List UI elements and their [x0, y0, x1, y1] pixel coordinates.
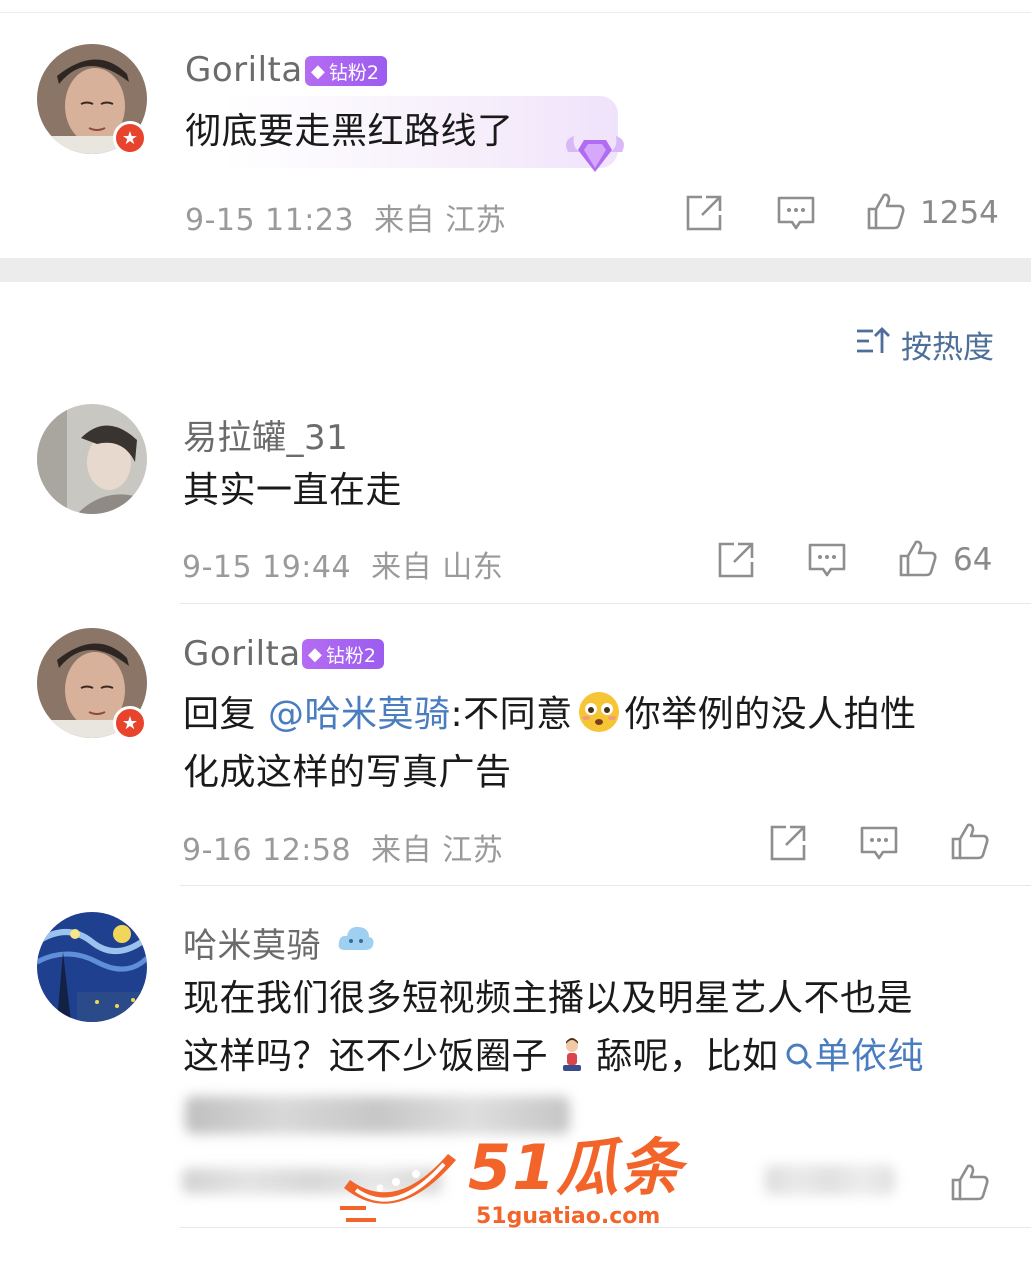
avatar[interactable]: [37, 404, 147, 514]
sort-button[interactable]: 按热度: [855, 322, 994, 367]
sort-label: 按热度: [901, 330, 994, 366]
search-link[interactable]: 单依纯: [783, 1036, 925, 1077]
comment-text-line1: 现在我们很多短视频主播以及明星艺人不也是: [183, 978, 914, 1019]
comment-location: 来自 江苏: [374, 203, 507, 238]
fan-badge[interactable]: ◆ 钻粉2: [305, 56, 387, 86]
like-icon[interactable]: [950, 1162, 990, 1202]
comment-text-part: :不同意: [450, 694, 573, 735]
share-icon[interactable]: [768, 823, 808, 863]
flushed-emoji-icon: [577, 690, 621, 734]
cloud-icon: [337, 922, 375, 954]
comment-text: 回复 @哈米莫骑:不同意 你举例的没人拍性: [183, 686, 917, 744]
comment-location: 来自 江苏: [371, 833, 504, 868]
gem-icon: ◆: [311, 60, 325, 82]
comment-text-line2: 这样吗？还不少饭圈子 舔呢，比如 单依纯: [183, 1028, 924, 1086]
comment-time: 9-15 11:23: [185, 203, 355, 238]
comment-icon[interactable]: [859, 823, 899, 863]
blurred-actions: [765, 1165, 895, 1195]
comment-time: 9-15 19:44: [182, 550, 352, 585]
watermelon-logo-icon: [340, 1154, 456, 1222]
comment-icon[interactable]: [776, 193, 816, 233]
divider: [180, 885, 1031, 886]
verified-icon: ★: [113, 706, 147, 740]
comment-text-part: 你举例的没人拍性: [624, 694, 917, 735]
comment-text: 其实一直在走: [183, 470, 403, 511]
like-icon[interactable]: [898, 538, 938, 578]
person-emoji-icon: [552, 1036, 592, 1076]
like-icon[interactable]: [866, 191, 906, 231]
like-count: 64: [953, 542, 993, 578]
comment-text-line2: 化成这样的写真广告: [183, 752, 512, 793]
gem-icon: [562, 126, 628, 176]
share-icon[interactable]: [716, 540, 756, 580]
share-icon[interactable]: [684, 193, 724, 233]
watermark: 51瓜条 51guatiao.com: [336, 1130, 696, 1234]
sort-icon: [855, 325, 891, 365]
like-icon[interactable]: [950, 821, 990, 861]
top-divider: [0, 12, 1031, 13]
watermark-url: 51guatiao.com: [476, 1204, 661, 1229]
fan-badge[interactable]: ◆ 钻粉2: [302, 639, 384, 669]
comment-text: 彻底要走黑红路线了: [185, 111, 514, 152]
mention-link[interactable]: @哈米莫骑: [268, 694, 451, 735]
gem-icon: ◆: [308, 643, 322, 665]
comment-icon[interactable]: [807, 540, 847, 580]
verified-icon: ★: [113, 121, 147, 155]
like-count: 1254: [920, 195, 999, 231]
section-gap: [0, 258, 1031, 282]
comment-meta: 9-15 19:44 来自 山东: [182, 542, 503, 586]
fan-badge-label: 钻粉2: [325, 644, 376, 667]
comment-text-part: 舔呢，比如: [596, 1036, 779, 1077]
avatar[interactable]: [37, 912, 147, 1022]
search-link-label: 单依纯: [814, 1036, 925, 1077]
comment-meta: 9-16 12:58 来自 江苏: [182, 825, 503, 869]
watermark-brand: 51瓜条: [468, 1131, 683, 1204]
divider: [180, 603, 1031, 604]
blurred-text: [185, 1096, 570, 1134]
fan-badge-label: 钻粉2: [328, 61, 379, 84]
reply-prefix: 回复: [183, 694, 268, 735]
comment-time: 9-16 12:58: [182, 833, 352, 868]
username[interactable]: 哈米莫骑: [183, 918, 321, 967]
comment-meta: 9-15 11:23 来自 江苏: [185, 195, 506, 239]
username[interactable]: Gorilta: [183, 634, 301, 674]
username[interactable]: 易拉罐_31: [183, 410, 348, 459]
comment-text-part: 这样吗？还不少饭圈子: [183, 1036, 549, 1077]
comment-location: 来自 山东: [371, 550, 504, 585]
search-icon: [783, 1032, 815, 1070]
username[interactable]: Gorilta: [185, 50, 303, 90]
